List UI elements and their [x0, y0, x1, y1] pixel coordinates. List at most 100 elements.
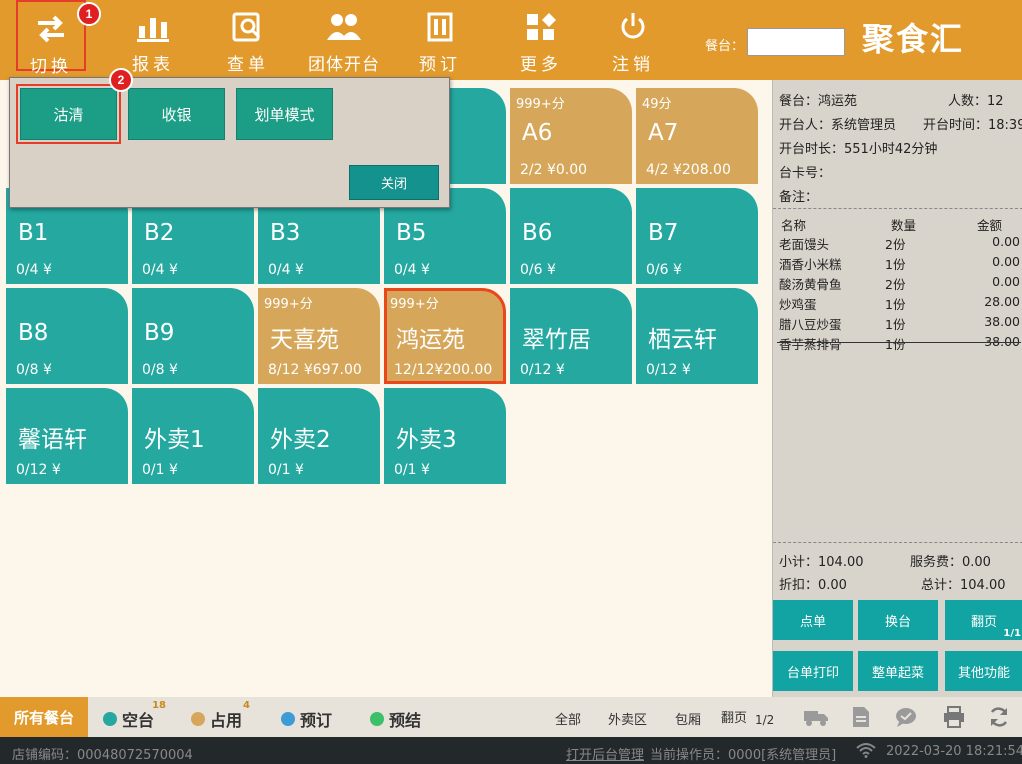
legend-occupied-label-wrap: 占用 4	[210, 700, 250, 731]
filter-private-room[interactable]: 包厢	[675, 709, 701, 728]
legend-occupied-label: 占用	[210, 711, 243, 730]
order-item-amount: 38.00	[984, 314, 1020, 329]
order-duration: 开台时长：551小时42分钟	[779, 142, 938, 157]
table-tile-name: B2	[144, 220, 175, 246]
legend-pre-settled-label: 预结	[389, 711, 422, 730]
table-tile-b9[interactable]: B9 0/8 ¥	[132, 288, 254, 384]
table-tile-xinyuxuan[interactable]: 馨语轩 0/12 ¥	[6, 388, 128, 484]
table-tile-a7[interactable]: 49分 A7 4/2 ¥208.00	[636, 88, 758, 184]
toolbar-query-button[interactable]: 查单	[203, 0, 293, 76]
checkout-button[interactable]: 收银	[128, 88, 225, 140]
table-search-label: 餐台：	[705, 39, 745, 54]
table-tile-stat: 0/1 ¥	[394, 462, 430, 478]
switch-arrows-icon	[18, 14, 84, 44]
order-item-qty: 2份	[885, 277, 906, 292]
table-tile-name: B3	[270, 220, 301, 246]
order-dish-button[interactable]: 点单	[773, 600, 853, 640]
order-opener: 开台人：系统管理员	[779, 118, 897, 133]
table-tile-name: B1	[18, 220, 49, 246]
search-document-icon	[203, 12, 293, 42]
order-item-qty: 1份	[885, 317, 906, 332]
legend-page-indicator: 1/2	[755, 713, 775, 727]
table-tile-name: 外卖1	[144, 427, 205, 453]
dish-marking-mode-button[interactable]: 划单模式	[236, 88, 333, 140]
toolbar-switch-button[interactable]: 切换	[16, 0, 86, 77]
legend-free[interactable]: 空台 18	[103, 700, 166, 731]
printer-icon[interactable]	[943, 706, 965, 728]
order-page-label: 翻页	[970, 614, 997, 630]
table-tile-stat: 4/2 ¥208.00	[646, 162, 731, 178]
bar-chart-icon	[108, 12, 198, 42]
toolbar-more-label: 更多	[520, 55, 562, 75]
order-item-name: 酸汤黄骨鱼	[779, 277, 842, 292]
table-tile-cuizhuju[interactable]: 翠竹居 0/12 ¥	[510, 288, 632, 384]
wifi-icon	[856, 742, 876, 762]
table-tile-stat: 0/12 ¥	[646, 362, 691, 378]
start-all-dishes-button[interactable]: 整单起菜	[858, 651, 938, 691]
legend-reserved[interactable]: 预订	[281, 707, 332, 731]
table-tile-stat: 0/6 ¥	[520, 262, 556, 278]
group-users-icon	[299, 12, 389, 42]
store-code: 店铺编码：00048072570004	[12, 748, 193, 763]
filter-all[interactable]: 全部	[555, 709, 581, 728]
print-table-order-button[interactable]: 台单打印	[773, 651, 853, 691]
table-tile-takeout-2[interactable]: 外卖2 0/1 ¥	[258, 388, 380, 484]
sold-out-button[interactable]: 沽清	[16, 84, 121, 144]
table-search-input[interactable]	[747, 28, 845, 56]
toolbar-logout-button[interactable]: 注销	[588, 0, 678, 76]
table-tile-name: B7	[648, 220, 679, 246]
legend-reserved-dot	[281, 712, 295, 726]
table-tile-name: 鸿运苑	[396, 327, 465, 353]
table-tile-stat: 0/1 ¥	[142, 462, 178, 478]
cancelled-item-strikethrough	[777, 342, 1021, 343]
toolbar-reserve-button[interactable]: 预订	[395, 0, 485, 76]
order-item-name: 腊八豆炒蛋	[779, 317, 842, 332]
table-tile-b7[interactable]: B7 0/6 ¥	[636, 188, 758, 284]
table-tile-qiyunxuan[interactable]: 栖云轩 0/12 ¥	[636, 288, 758, 384]
other-functions-button[interactable]: 其他功能	[945, 651, 1022, 691]
table-tile-hongyunyuan[interactable]: 999+分 鸿运苑 12/12¥200.00	[384, 288, 506, 384]
table-tile-name: A6	[522, 120, 553, 146]
table-tile-stat: 0/6 ¥	[646, 262, 682, 278]
order-total: 总计：104.00	[921, 578, 1006, 593]
order-discount: 折扣：0.00	[779, 578, 847, 593]
delivery-truck-icon[interactable]	[803, 706, 829, 728]
order-item-qty: 1份	[885, 297, 906, 312]
document-icon[interactable]	[851, 706, 873, 728]
order-summary-divider	[773, 542, 1022, 543]
annotation-badge-1: 1	[77, 2, 101, 26]
all-tables-tab[interactable]: 所有餐台	[0, 697, 88, 737]
table-tile-stat: 8/12 ¥697.00	[268, 362, 362, 378]
table-tile-b6[interactable]: B6 0/6 ¥	[510, 188, 632, 284]
table-tile-stat: 0/12 ¥	[520, 362, 565, 378]
order-item-qty: 1份	[885, 337, 906, 352]
legend-bar: 所有餐台 空台 18 占用 4 预订 预结 全部 外卖区 包厢 翻页 1/2	[0, 697, 1022, 737]
toolbar-group-open-button[interactable]: 团体开台	[299, 0, 389, 76]
table-tile-stat: 0/1 ¥	[268, 462, 304, 478]
popup-close-button[interactable]: 关闭	[349, 165, 439, 200]
order-open-time: 开台时间：18:39	[923, 118, 1022, 133]
order-page-button[interactable]: 翻页 1/1	[945, 600, 1022, 640]
order-people-count: 人数：12	[948, 94, 1004, 109]
legend-occupied[interactable]: 占用 4	[191, 700, 250, 731]
order-item-qty: 2份	[885, 237, 906, 252]
open-backend-link[interactable]: 打开后台管理	[566, 744, 644, 763]
table-tile-b8[interactable]: B8 0/8 ¥	[6, 288, 128, 384]
table-tile-a6[interactable]: 999+分 A6 2/2 ¥0.00	[510, 88, 632, 184]
table-tile-tianxiyuan[interactable]: 999+分 天喜苑 8/12 ¥697.00	[258, 288, 380, 384]
toolbar-logout-label: 注销	[612, 55, 654, 75]
top-toolbar: 切换 1 报表 查单 团体开台 预订 更多 注销 餐台： 聚食汇	[0, 0, 1022, 80]
filter-next-page[interactable]: 翻页	[721, 707, 747, 726]
filter-takeout-area[interactable]: 外卖区	[608, 709, 647, 728]
message-icon[interactable]	[895, 706, 917, 728]
toolbar-report-button[interactable]: 报表	[108, 0, 198, 76]
table-tile-name: B6	[522, 220, 553, 246]
change-table-button[interactable]: 换台	[858, 600, 938, 640]
table-tile-takeout-1[interactable]: 外卖1 0/1 ¥	[132, 388, 254, 484]
table-tile-takeout-3[interactable]: 外卖3 0/1 ¥	[384, 388, 506, 484]
toolbar-more-button[interactable]: 更多	[496, 0, 586, 76]
legend-pre-settled[interactable]: 预结	[370, 707, 421, 731]
more-shapes-icon	[496, 12, 586, 42]
refresh-icon[interactable]	[988, 706, 1010, 728]
annotation-badge-2: 2	[109, 68, 133, 92]
